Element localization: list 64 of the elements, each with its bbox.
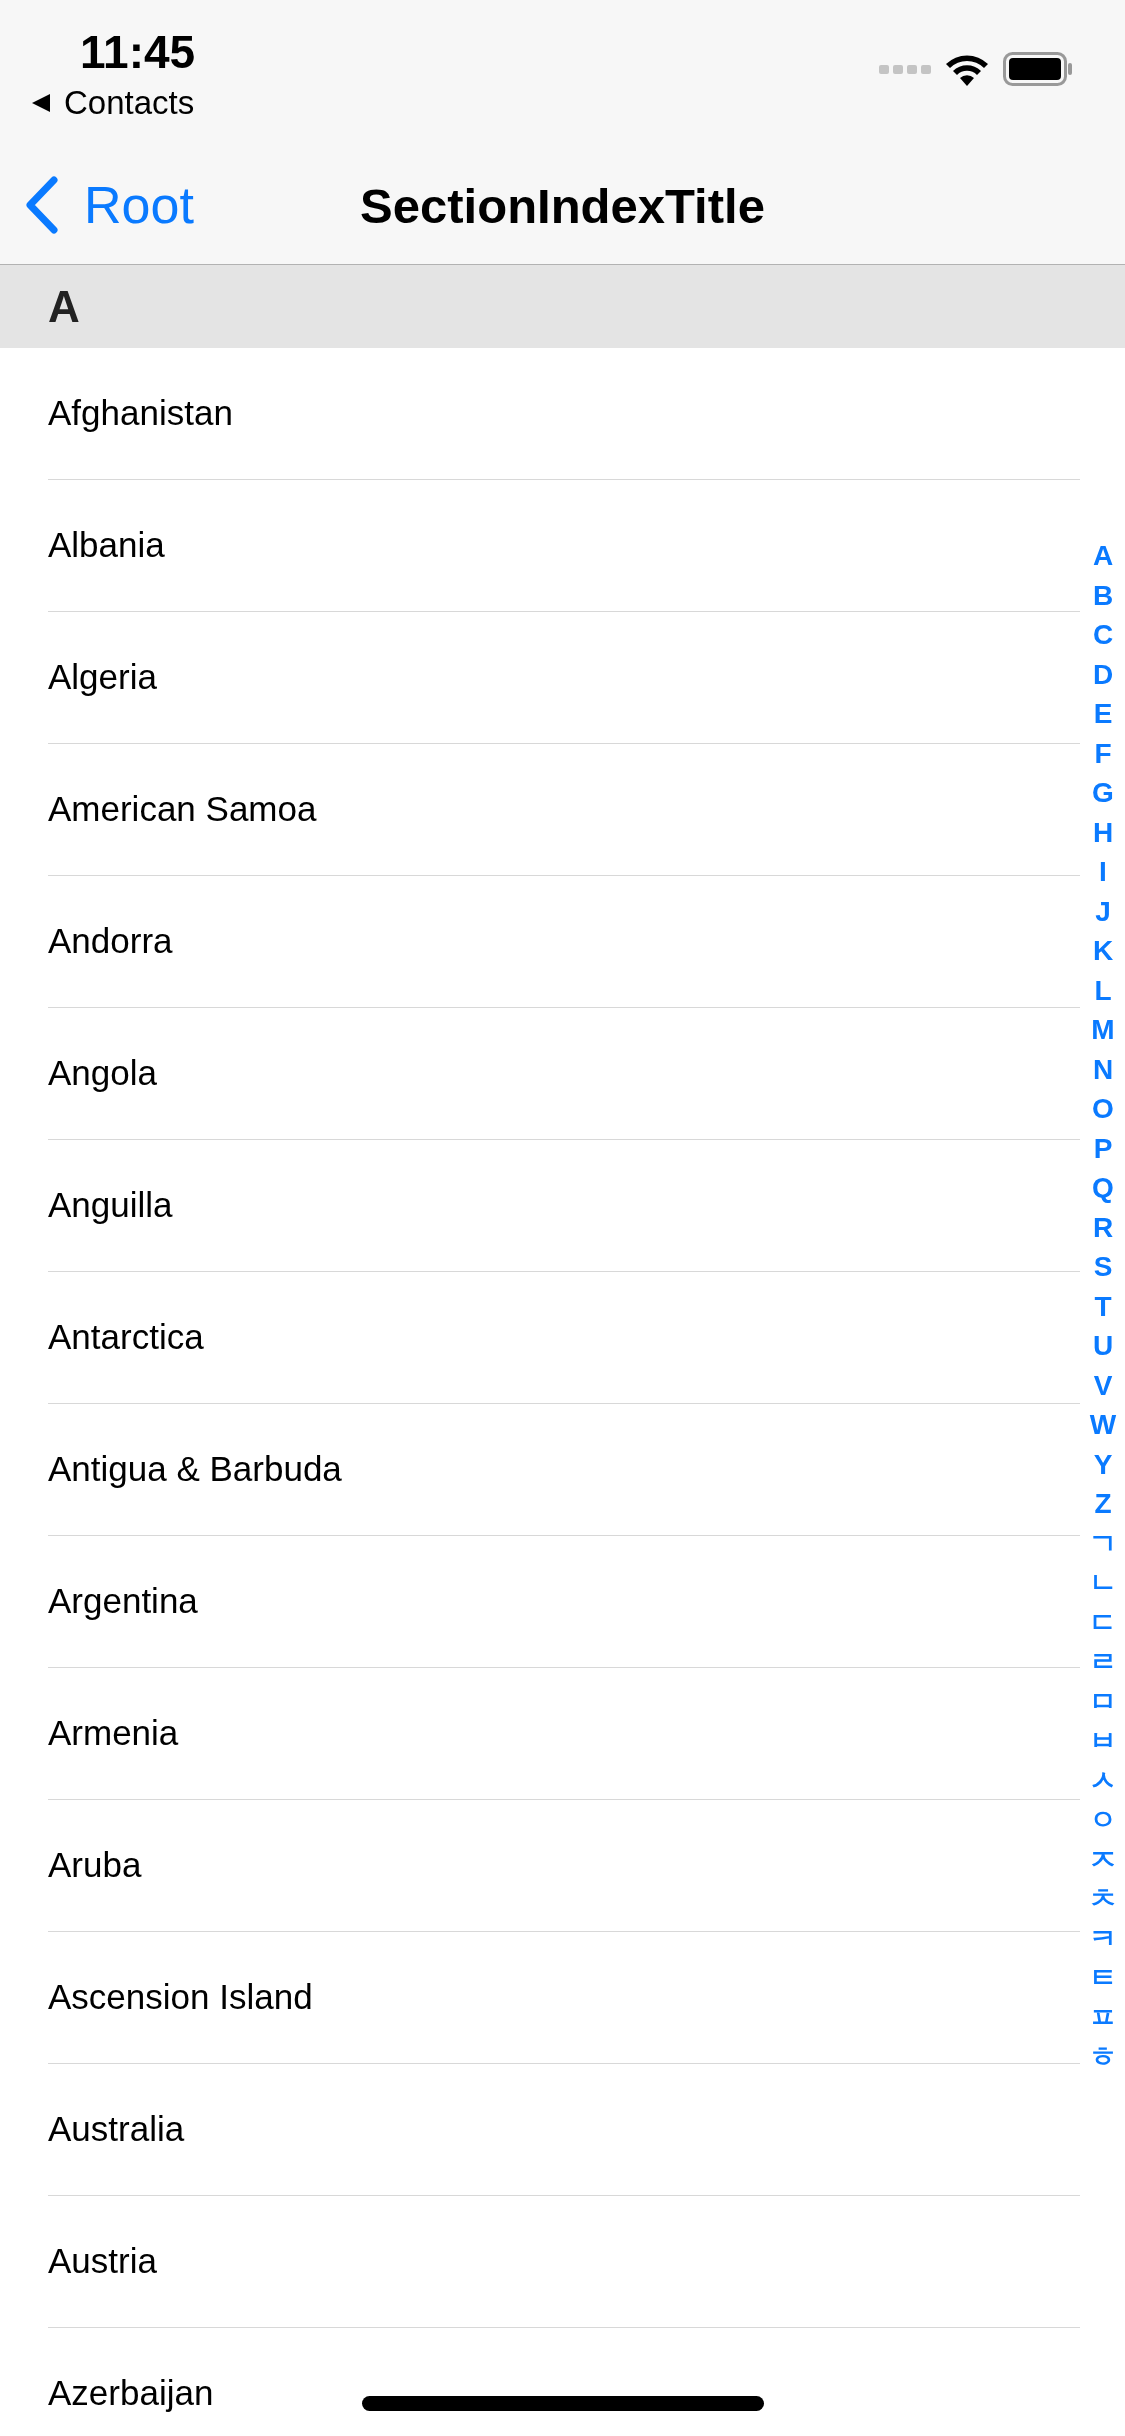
index-letter[interactable]: V	[1093, 1365, 1113, 1405]
index-letter[interactable]: U	[1092, 1326, 1114, 1366]
index-letter[interactable]: H	[1092, 812, 1114, 852]
index-letter[interactable]: W	[1089, 1405, 1117, 1445]
index-letter[interactable]: ㅋ	[1089, 1918, 1117, 1958]
index-letter[interactable]: N	[1092, 1049, 1114, 1089]
index-letter[interactable]: ㅁ	[1089, 1681, 1117, 1721]
back-triangle-icon	[30, 91, 52, 114]
list-row[interactable]: Ascension Island	[48, 1932, 1080, 2064]
list-row[interactable]: Armenia	[48, 1668, 1080, 1800]
list-row[interactable]: Anguilla	[48, 1140, 1080, 1272]
index-letter[interactable]: ㄴ	[1089, 1563, 1117, 1603]
signal-icon	[879, 63, 931, 75]
index-letter[interactable]: D	[1092, 654, 1114, 694]
index-letter[interactable]: Y	[1093, 1444, 1113, 1484]
back-button[interactable]: Root	[24, 166, 194, 244]
index-letter[interactable]: ㅈ	[1089, 1839, 1117, 1879]
list-row[interactable]: Albania	[48, 480, 1080, 612]
index-letter[interactable]: F	[1094, 733, 1112, 773]
index-letter[interactable]: ㅊ	[1089, 1879, 1117, 1919]
index-letter[interactable]: ㅎ	[1089, 2037, 1117, 2077]
index-letter[interactable]: C	[1092, 615, 1114, 655]
index-letter[interactable]: A	[1092, 536, 1114, 576]
index-letter[interactable]: J	[1095, 891, 1111, 931]
index-letter[interactable]: M	[1091, 1010, 1115, 1050]
index-letter[interactable]: ㅌ	[1089, 1958, 1117, 1998]
list-row[interactable]: Argentina	[48, 1536, 1080, 1668]
list-row[interactable]: Angola	[48, 1008, 1080, 1140]
list-row[interactable]: Austria	[48, 2196, 1080, 2328]
index-letter[interactable]: K	[1092, 931, 1114, 971]
list-row[interactable]: Aruba	[48, 1800, 1080, 1932]
list-row[interactable]: Andorra	[48, 876, 1080, 1008]
chevron-left-icon	[24, 176, 58, 234]
index-letter[interactable]: S	[1093, 1247, 1113, 1287]
list-row[interactable]: Australia	[48, 2064, 1080, 2196]
index-letter[interactable]: Z	[1094, 1484, 1112, 1524]
index-letter[interactable]: L	[1094, 970, 1112, 1010]
index-letter[interactable]: R	[1092, 1207, 1114, 1247]
index-letter[interactable]: Q	[1092, 1168, 1114, 1208]
list-row[interactable]: Afghanistan	[48, 348, 1080, 480]
index-letter[interactable]: ㄷ	[1089, 1602, 1117, 1642]
list-row[interactable]: Antarctica	[48, 1272, 1080, 1404]
battery-icon	[1003, 52, 1073, 86]
index-letter[interactable]: O	[1092, 1089, 1114, 1129]
index-letter[interactable]: I	[1099, 852, 1107, 892]
index-letter[interactable]: ㅂ	[1089, 1721, 1117, 1761]
nav-title: SectionIndexTitle	[360, 178, 765, 235]
index-letter[interactable]: P	[1093, 1128, 1113, 1168]
back-to-app-link[interactable]: Contacts	[64, 78, 195, 128]
index-letter[interactable]: B	[1092, 575, 1114, 615]
list-row[interactable]: Algeria	[48, 612, 1080, 744]
index-letter[interactable]: E	[1093, 694, 1113, 734]
list-row[interactable]: Antigua & Barbuda	[48, 1404, 1080, 1536]
index-letter[interactable]: ㄹ	[1089, 1642, 1117, 1682]
status-time: 11:45	[80, 25, 196, 80]
section-letter: A	[48, 280, 80, 333]
index-letter[interactable]: G	[1092, 773, 1114, 813]
wifi-icon	[945, 52, 989, 86]
list-row[interactable]: American Samoa	[48, 744, 1080, 876]
index-letter[interactable]: ㅇ	[1089, 1800, 1117, 1840]
index-letter[interactable]: ㄱ	[1089, 1523, 1117, 1563]
index-letter[interactable]: ㅍ	[1089, 1997, 1117, 2037]
index-letter[interactable]: T	[1094, 1286, 1112, 1326]
index-letter[interactable]: ㅅ	[1089, 1760, 1117, 1800]
